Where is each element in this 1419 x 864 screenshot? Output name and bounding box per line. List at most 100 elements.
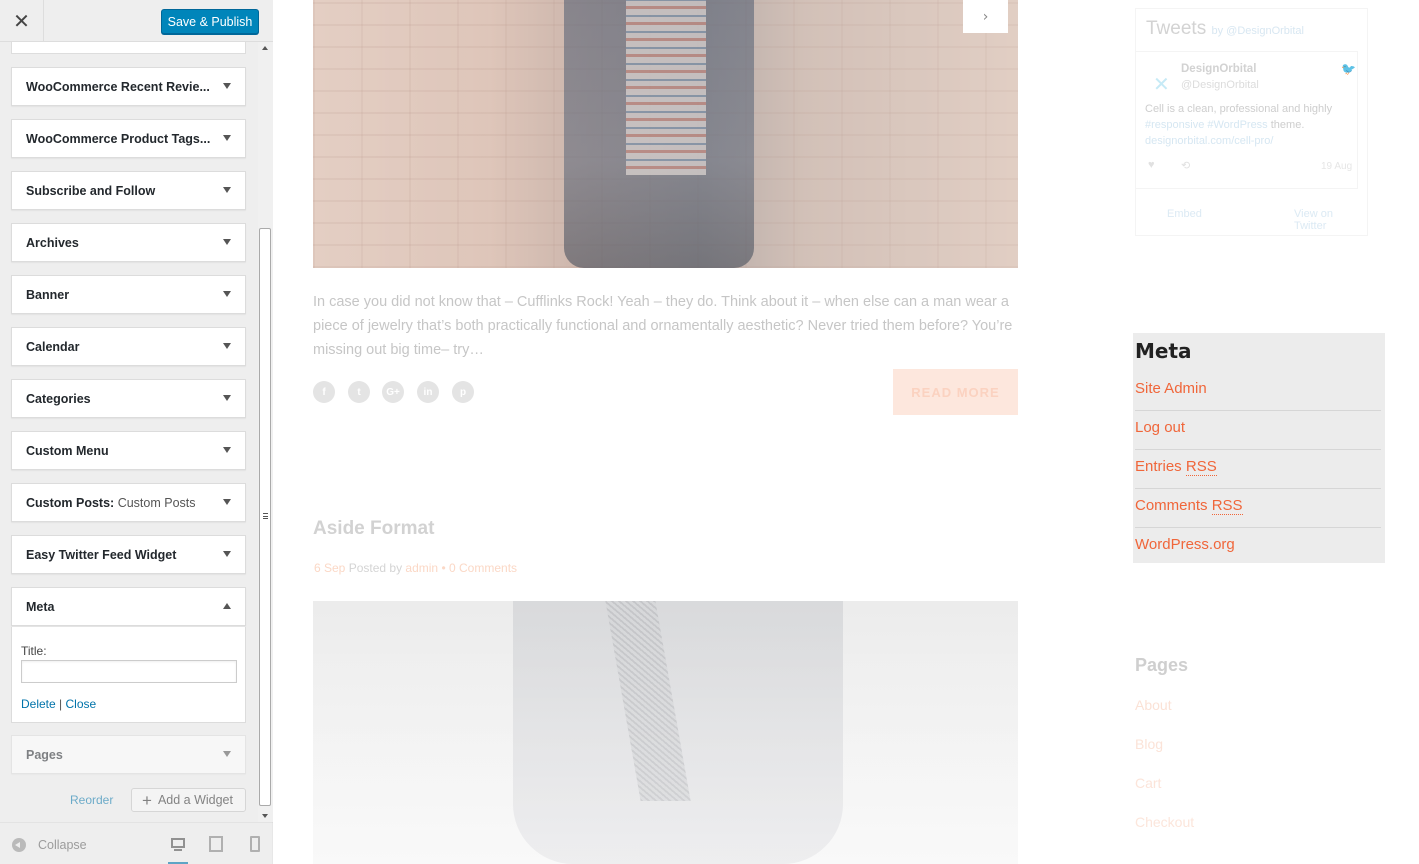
mobile-preview-icon[interactable] <box>250 836 260 852</box>
widget-easy-twitter-feed[interactable]: Easy Twitter Feed Widget <box>11 535 246 574</box>
page-link-blog[interactable]: Blog <box>1135 736 1163 752</box>
expand-arrow-icon[interactable] <box>223 187 231 193</box>
meta-link-comments-rss[interactable]: Comments RSS <box>1135 489 1381 528</box>
tweet-author-name[interactable]: DesignOrbital <box>1181 63 1256 75</box>
rss-abbr[interactable]: RSS <box>1185 458 1217 476</box>
meta-link-wordpress-org[interactable]: WordPress.org <box>1135 528 1381 567</box>
widget-categories[interactable]: Categories <box>11 379 246 418</box>
linkedin-icon[interactable]: in <box>417 381 439 403</box>
tweet-text-part: theme. <box>1267 119 1305 131</box>
page-link-cart[interactable]: Cart <box>1135 775 1161 791</box>
tweet-link[interactable]: designorbital.com/cell-pro/ <box>1145 135 1273 147</box>
widget-pages[interactable]: Pages <box>11 735 246 774</box>
widget-calendar[interactable]: Calendar <box>11 327 246 366</box>
reorder-link[interactable]: Reorder <box>70 793 113 807</box>
widget-title: Subscribe and Follow <box>26 184 156 198</box>
tweets-widget: Tweets by @DesignOrbital ✕ DesignOrbital… <box>1135 8 1368 236</box>
pinterest-icon[interactable]: p <box>452 381 474 403</box>
customizer-footer: Collapse <box>0 822 273 864</box>
expand-arrow-icon[interactable] <box>223 499 231 505</box>
widget-custom-menu[interactable]: Custom Menu <box>11 431 246 470</box>
expand-arrow-icon[interactable] <box>223 343 231 349</box>
close-link[interactable]: Close <box>66 697 97 711</box>
expand-arrow-icon[interactable] <box>223 83 231 89</box>
widget-title: Banner <box>26 288 70 302</box>
widget-meta[interactable]: Meta <box>11 587 246 626</box>
next-slide-button[interactable]: › <box>963 0 1008 33</box>
meta-link-log-out[interactable]: Log out <box>1135 411 1381 450</box>
expand-arrow-icon[interactable] <box>223 291 231 297</box>
post-date[interactable]: 6 Sep <box>314 561 345 575</box>
post-author[interactable]: admin <box>405 561 438 575</box>
meta-link-text[interactable]: WordPress.org <box>1135 528 1235 562</box>
title-input[interactable] <box>21 660 237 683</box>
widget-woocommerce-product-tags[interactable]: WooCommerce Product Tags... <box>11 119 246 158</box>
post-excerpt: In case you did not know that – Cufflink… <box>313 294 1013 358</box>
grip-icon <box>263 513 268 519</box>
tweet-author-handle[interactable]: @DesignOrbital <box>1181 79 1259 91</box>
expand-arrow-icon[interactable] <box>223 135 231 141</box>
post-title[interactable]: Aside Format <box>313 518 434 540</box>
meta-link-text[interactable]: Comments RSS <box>1135 489 1243 523</box>
rss-abbr[interactable]: RSS <box>1211 497 1243 515</box>
desktop-preview-icon[interactable] <box>168 836 188 864</box>
widget-archives[interactable]: Archives <box>11 223 246 262</box>
widget-woocommerce-recent-reviews[interactable]: WooCommerce Recent Revie... <box>11 67 246 106</box>
google-plus-icon[interactable]: G+ <box>382 381 404 403</box>
widget-subscribe-and-follow[interactable]: Subscribe and Follow <box>11 171 246 210</box>
widget-item-partial[interactable] <box>11 42 246 54</box>
tweets-heading: Tweets by @DesignOrbital <box>1146 18 1304 40</box>
post-comments[interactable]: 0 Comments <box>449 561 517 575</box>
scrollbar-thumb[interactable] <box>259 228 271 806</box>
meta-link-entries-rss[interactable]: Entries RSS <box>1135 450 1381 489</box>
expand-arrow-icon[interactable] <box>223 551 231 557</box>
tweets-by[interactable]: by @DesignOrbital <box>1211 25 1303 37</box>
sidebar-scrollbar[interactable] <box>258 42 273 822</box>
like-heart-icon[interactable]: ♥ <box>1148 159 1155 171</box>
save-publish-button[interactable]: Save & Publish <box>161 9 259 34</box>
widget-title: Calendar <box>26 340 80 354</box>
separator: | <box>59 697 63 711</box>
widget-title: Meta <box>26 600 55 614</box>
page-link-about[interactable]: About <box>1135 697 1172 713</box>
tablet-preview-icon[interactable] <box>209 836 223 852</box>
scroll-down-arrow-icon[interactable] <box>262 814 268 818</box>
retweet-icon[interactable]: ⟲ <box>1181 159 1190 172</box>
expand-arrow-icon[interactable] <box>223 751 231 757</box>
expand-arrow-icon[interactable] <box>223 239 231 245</box>
meta-link-text[interactable]: Log out <box>1135 411 1185 445</box>
collapse-icon[interactable] <box>12 838 26 852</box>
image-shirt <box>626 0 706 175</box>
embed-link[interactable]: Embed <box>1167 208 1202 220</box>
pages-widget-heading: Pages <box>1135 655 1189 675</box>
expand-arrow-icon[interactable] <box>223 447 231 453</box>
add-widget-button[interactable]: + Add a Widget <box>131 788 246 812</box>
widget-title: WooCommerce Product Tags... <box>26 132 211 146</box>
view-on-twitter-link[interactable]: View on Twitter <box>1294 208 1367 232</box>
meta-link-text-main[interactable]: Comments <box>1135 497 1212 514</box>
title-label: Title: <box>21 644 47 658</box>
twitter-icon[interactable]: t <box>348 381 370 403</box>
tweets-scrollbar[interactable] <box>1360 51 1368 189</box>
widget-control-links: Delete | Close <box>21 697 96 711</box>
meta-link-text[interactable]: Entries RSS <box>1135 450 1217 484</box>
page-link-checkout[interactable]: Checkout <box>1135 814 1194 830</box>
scroll-up-arrow-icon[interactable] <box>262 46 268 50</box>
meta-link-text-main[interactable]: Entries <box>1135 458 1186 475</box>
close-customizer-button[interactable]: ✕ <box>0 0 44 42</box>
read-more-button[interactable]: READ MORE <box>893 369 1018 415</box>
delete-link[interactable]: Delete <box>21 697 56 711</box>
widget-banner[interactable]: Banner <box>11 275 246 314</box>
tweet-time[interactable]: 19 Aug <box>1321 161 1352 172</box>
widget-custom-posts[interactable]: Custom Posts: Custom Posts <box>11 483 246 522</box>
collapse-arrow-icon[interactable] <box>223 603 231 609</box>
tweet-hashtags[interactable]: #responsive #WordPress <box>1145 119 1268 131</box>
widget-title: Easy Twitter Feed Widget <box>26 548 177 562</box>
meta-link-site-admin[interactable]: Site Admin <box>1135 372 1381 411</box>
plus-icon: + <box>142 790 152 810</box>
facebook-icon[interactable]: f <box>313 381 335 403</box>
meta-link-text[interactable]: Site Admin <box>1135 372 1207 406</box>
tweets-title: Tweets <box>1146 18 1207 39</box>
collapse-label[interactable]: Collapse <box>38 838 87 852</box>
expand-arrow-icon[interactable] <box>223 395 231 401</box>
